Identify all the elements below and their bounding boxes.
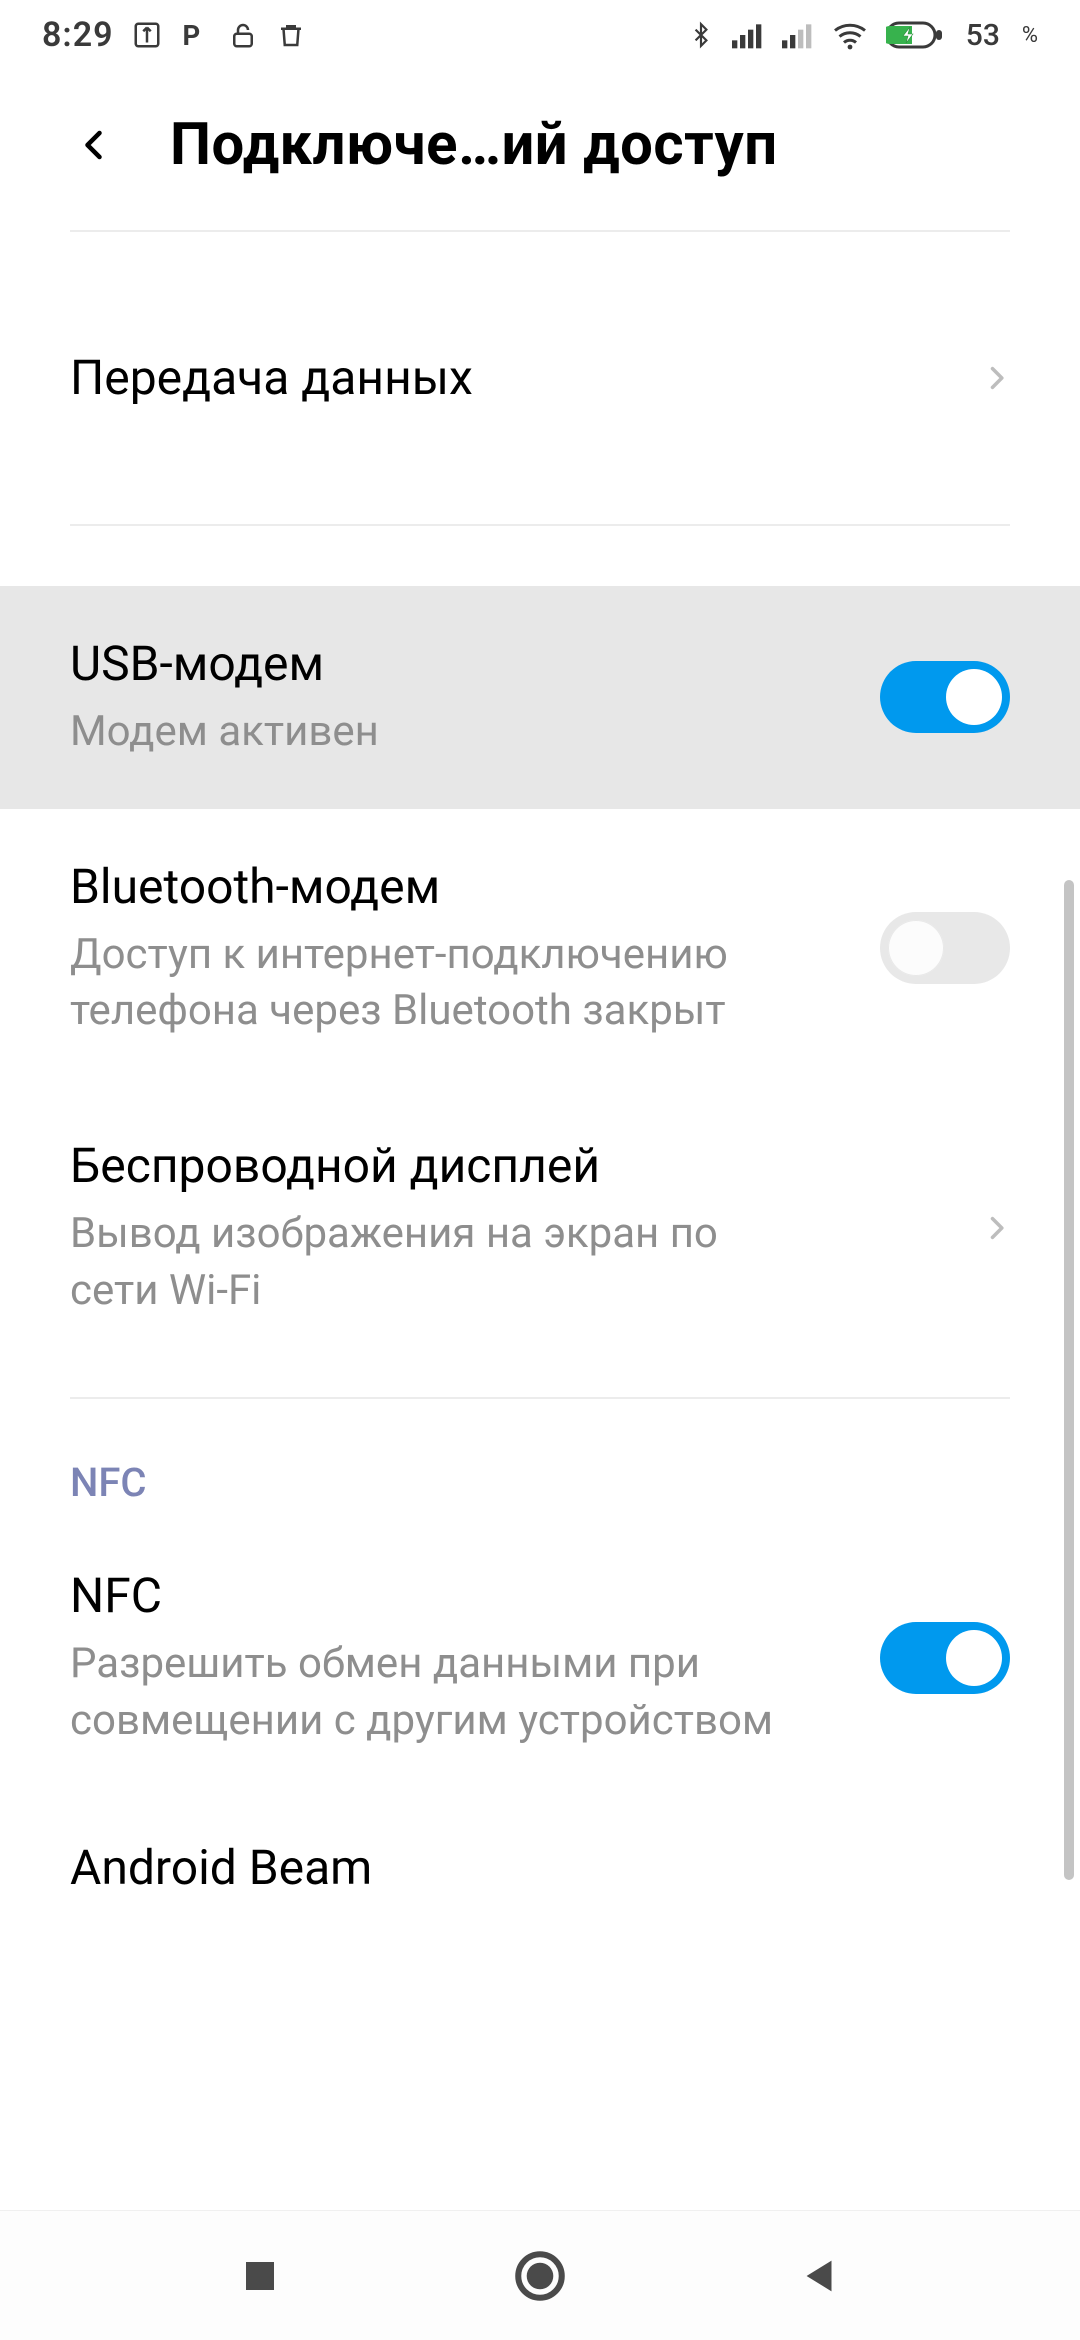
row-bt-tether[interactable]: Bluetooth-модем Доступ к интернет-подклю… bbox=[0, 809, 1080, 1088]
status-bar: 8:29 P bbox=[0, 0, 1080, 70]
spacer bbox=[0, 232, 1080, 292]
status-left: 8:29 P bbox=[42, 15, 306, 55]
nav-recent-button[interactable] bbox=[220, 2236, 300, 2316]
signal-2-icon bbox=[782, 21, 814, 49]
toggle-nfc[interactable] bbox=[880, 1622, 1010, 1694]
row-title: Bluetooth-модем bbox=[70, 857, 850, 917]
row-nfc[interactable]: NFC Разрешить обмен данными при совмещен… bbox=[0, 1536, 1080, 1797]
nav-bar bbox=[0, 2210, 1080, 2340]
battery-icon bbox=[886, 19, 944, 51]
row-title: Беспроводной дисплей bbox=[70, 1136, 952, 1196]
row-title: Передача данных bbox=[70, 348, 952, 408]
triangle-left-icon bbox=[797, 2253, 843, 2299]
trash-icon bbox=[276, 18, 306, 52]
nav-home-button[interactable] bbox=[500, 2236, 580, 2316]
row-title: USB-модем bbox=[70, 634, 850, 694]
status-clock: 8:29 bbox=[42, 15, 114, 55]
status-right: 53 % bbox=[688, 18, 1038, 53]
toggle-bt-tether[interactable] bbox=[880, 912, 1010, 984]
row-title: Android Beam bbox=[70, 1838, 980, 1898]
circle-icon bbox=[511, 2247, 569, 2305]
bluetooth-icon bbox=[688, 18, 714, 52]
square-icon bbox=[239, 2255, 281, 2297]
row-subtitle: Доступ к интернет-подключению телефона ч… bbox=[70, 927, 790, 1040]
settings-list: Передача данных USB-модем Модем активен … bbox=[0, 232, 1080, 1898]
chevron-right-icon bbox=[982, 1208, 1010, 1248]
page-title: Подключе…ий доступ bbox=[170, 111, 778, 179]
toggle-usb-tether[interactable] bbox=[880, 661, 1010, 733]
signal-1-icon bbox=[732, 21, 764, 49]
row-android-beam[interactable]: Android Beam bbox=[0, 1798, 1080, 1898]
unlock-icon bbox=[228, 18, 258, 52]
back-button[interactable] bbox=[60, 110, 130, 180]
row-usb-tether[interactable]: USB-модем Модем активен bbox=[0, 586, 1080, 809]
svg-text:P: P bbox=[182, 19, 200, 52]
spacer bbox=[0, 526, 1080, 586]
chevron-left-icon bbox=[77, 119, 113, 171]
nav-back-button[interactable] bbox=[780, 2236, 860, 2316]
spacer bbox=[0, 1367, 1080, 1397]
chevron-right-icon bbox=[982, 358, 1010, 398]
wifi-icon bbox=[832, 20, 868, 50]
row-title: NFC bbox=[70, 1566, 850, 1626]
spacer bbox=[0, 464, 1080, 524]
section-nfc: NFC bbox=[0, 1399, 1080, 1536]
row-subtitle: Разрешить обмен данными при совмещении с… bbox=[70, 1636, 790, 1749]
row-subtitle: Вывод изображения на экран по сети Wi-Fi bbox=[70, 1206, 790, 1319]
usb-icon bbox=[132, 20, 162, 50]
row-data-usage[interactable]: Передача данных bbox=[0, 292, 1080, 464]
battery-level: 53 bbox=[966, 18, 1000, 53]
battery-unit: % bbox=[1022, 23, 1038, 48]
row-wireless-display[interactable]: Беспроводной дисплей Вывод изображения н… bbox=[0, 1088, 1080, 1367]
parking-icon: P bbox=[180, 18, 210, 52]
row-subtitle: Модем активен bbox=[70, 704, 790, 761]
scrollbar[interactable] bbox=[1064, 880, 1074, 1880]
app-bar: Подключе…ий доступ bbox=[0, 70, 1080, 230]
